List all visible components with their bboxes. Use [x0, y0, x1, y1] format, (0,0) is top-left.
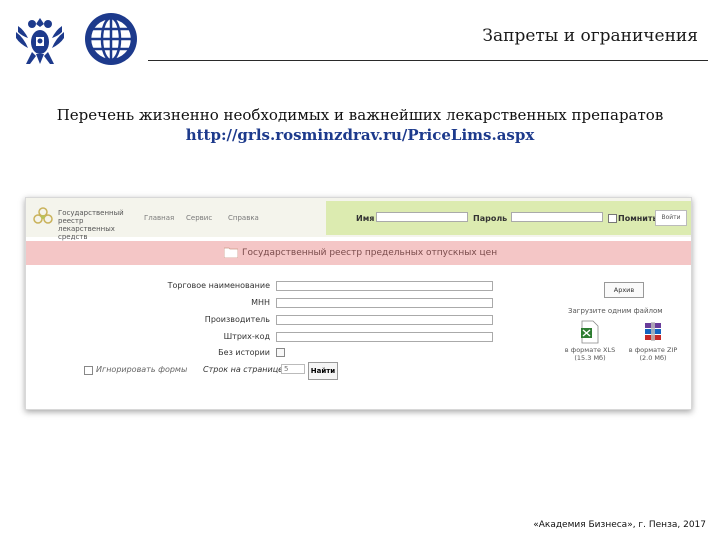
site-header: Государственный реестр лекарственных сре… — [26, 198, 691, 241]
trade-name-input[interactable] — [276, 281, 493, 291]
folder-icon — [224, 247, 238, 258]
globe-logo-icon — [85, 13, 137, 65]
ignore-forms-checkbox[interactable] — [84, 366, 93, 375]
manufacturer-input[interactable] — [276, 315, 493, 325]
slide-title: Запреты и ограничения — [482, 26, 698, 46]
section-title: Государственный реестр предельных отпуск… — [242, 248, 498, 258]
nav-link-help[interactable]: Справка — [228, 214, 259, 222]
manufacturer-label: Производитель — [204, 315, 270, 324]
russian-eagle-emblem-icon — [16, 18, 64, 64]
no-history-checkbox[interactable] — [276, 348, 285, 357]
header-divider — [148, 60, 708, 61]
rows-per-page-label: Строк на странице — [203, 365, 284, 374]
registry-website-screenshot: Государственный реестр лекарственных сре… — [25, 197, 692, 410]
slide-heading: Перечень жизненно необходимых и важнейши… — [56, 106, 664, 124]
zip-label: в формате ZIP — [628, 346, 678, 354]
remember-label: Помнить — [618, 214, 658, 223]
inn-input[interactable] — [276, 298, 493, 308]
no-history-label: Без истории — [218, 348, 270, 357]
inn-label: МНН — [251, 298, 270, 307]
archive-button[interactable]: Архив — [604, 282, 644, 298]
rows-per-page-input[interactable]: 5 — [281, 364, 305, 374]
remember-checkbox[interactable] — [608, 214, 617, 223]
slide-footer: «Академия Бизнеса», г. Пенза, 2017 — [533, 520, 706, 530]
login-name-label: Имя — [356, 214, 375, 223]
download-title: Загрузите одним файлом — [568, 307, 663, 315]
login-button[interactable]: Войти — [655, 210, 687, 226]
site-name: Государственный реестр лекарственных сре… — [58, 209, 124, 241]
ignore-forms-label: Игнорировать формы — [96, 365, 188, 374]
xls-file-icon[interactable] — [579, 320, 601, 344]
find-button[interactable]: Найти — [308, 362, 338, 380]
nav-link-home[interactable]: Главная — [144, 214, 174, 222]
barcode-label: Штрих-код — [223, 332, 270, 341]
zip-size: (2.0 Мб) — [639, 354, 667, 362]
login-password-label: Пароль — [473, 214, 508, 223]
nav-link-service[interactable]: Сервис — [186, 214, 212, 222]
zip-archive-icon[interactable] — [642, 320, 664, 344]
trade-name-label: Торговое наименование — [167, 281, 270, 290]
registry-url-link[interactable]: http://grls.rosminzdrav.ru/PriceLims.asp… — [0, 126, 720, 144]
xls-size: (15.3 Мб) — [574, 354, 606, 362]
login-name-input[interactable] — [376, 212, 468, 222]
barcode-input[interactable] — [276, 332, 493, 342]
xls-label: в формате XLS — [564, 346, 616, 354]
zip-download-link[interactable]: в формате ZIP (2.0 Мб) — [625, 346, 681, 362]
login-password-input[interactable] — [511, 212, 603, 222]
xls-download-link[interactable]: в формате XLS (15.3 Мб) — [562, 346, 618, 362]
site-flower-logo-icon — [33, 207, 53, 224]
